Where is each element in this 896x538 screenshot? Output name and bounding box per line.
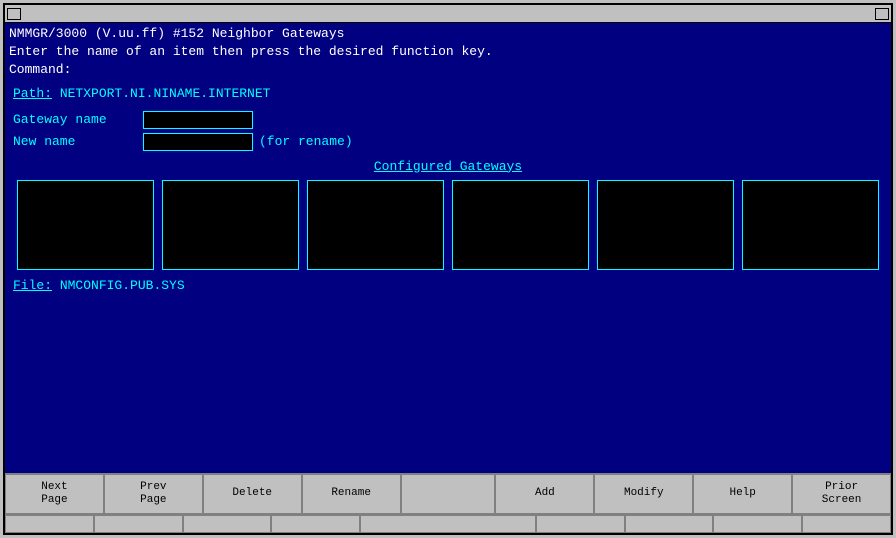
fkey2-9 xyxy=(802,515,891,533)
path-label: Path: xyxy=(13,86,52,101)
add-button[interactable]: Add xyxy=(495,474,594,514)
fkey2-4 xyxy=(271,515,360,533)
gateway-box-5[interactable] xyxy=(597,180,734,270)
prior-screen-button[interactable]: PriorScreen xyxy=(792,474,891,514)
gateway-box-2[interactable] xyxy=(162,180,299,270)
new-name-input[interactable] xyxy=(143,133,253,151)
gateway-box-6[interactable] xyxy=(742,180,879,270)
help-button[interactable]: Help xyxy=(693,474,792,514)
path-value: NETXPORT.NI.NINAME.INTERNET xyxy=(60,86,271,101)
fkey2-1 xyxy=(5,515,94,533)
prev-page-button[interactable]: PrevPage xyxy=(104,474,203,514)
gateway-box-3[interactable] xyxy=(307,180,444,270)
fkey2-mid xyxy=(360,515,536,533)
gateway-name-label: Gateway name xyxy=(13,112,143,127)
gateways-grid xyxy=(17,180,879,270)
header-line2: Enter the name of an item then press the… xyxy=(9,43,887,61)
header-line1: NMMGR/3000 (V.uu.ff) #152 Neighbor Gatew… xyxy=(9,25,887,43)
file-label: File: xyxy=(13,278,52,293)
title-bar xyxy=(5,5,891,23)
delete-button[interactable]: Delete xyxy=(203,474,302,514)
minimize-button[interactable] xyxy=(7,8,21,20)
new-name-row: New name (for rename) xyxy=(13,133,883,151)
header-section: NMMGR/3000 (V.uu.ff) #152 Neighbor Gatew… xyxy=(5,23,891,82)
gateway-name-row: Gateway name xyxy=(13,111,883,129)
fkey2-6 xyxy=(536,515,625,533)
new-name-label: New name xyxy=(13,134,143,149)
modify-button[interactable]: Modify xyxy=(594,474,693,514)
footer-section: NextPage PrevPage Delete Rename Add Modi… xyxy=(5,473,891,533)
file-value: NMCONFIG.PUB.SYS xyxy=(60,278,185,293)
header-line3: Command: xyxy=(9,61,887,79)
fkey5-empty xyxy=(401,474,496,514)
fkey2-2 xyxy=(94,515,183,533)
content-area: Path: NETXPORT.NI.NINAME.INTERNET Gatewa… xyxy=(5,82,891,473)
fkey-row2 xyxy=(5,514,891,533)
gateway-box-1[interactable] xyxy=(17,180,154,270)
fkey2-3 xyxy=(183,515,272,533)
fkey2-7 xyxy=(625,515,714,533)
file-line: File: NMCONFIG.PUB.SYS xyxy=(13,278,883,293)
fkey2-8 xyxy=(713,515,802,533)
path-line: Path: NETXPORT.NI.NINAME.INTERNET xyxy=(13,86,883,101)
function-keys-row: NextPage PrevPage Delete Rename Add Modi… xyxy=(5,473,891,514)
main-window: NMMGR/3000 (V.uu.ff) #152 Neighbor Gatew… xyxy=(3,3,893,535)
configured-gateways-title: Configured Gateways xyxy=(13,159,883,174)
for-rename-text: (for rename) xyxy=(259,134,353,149)
gateway-name-input[interactable] xyxy=(143,111,253,129)
next-page-button[interactable]: NextPage xyxy=(5,474,104,514)
main-area: NMMGR/3000 (V.uu.ff) #152 Neighbor Gatew… xyxy=(5,23,891,533)
close-button[interactable] xyxy=(875,8,889,20)
rename-button[interactable]: Rename xyxy=(302,474,401,514)
gateway-box-4[interactable] xyxy=(452,180,589,270)
